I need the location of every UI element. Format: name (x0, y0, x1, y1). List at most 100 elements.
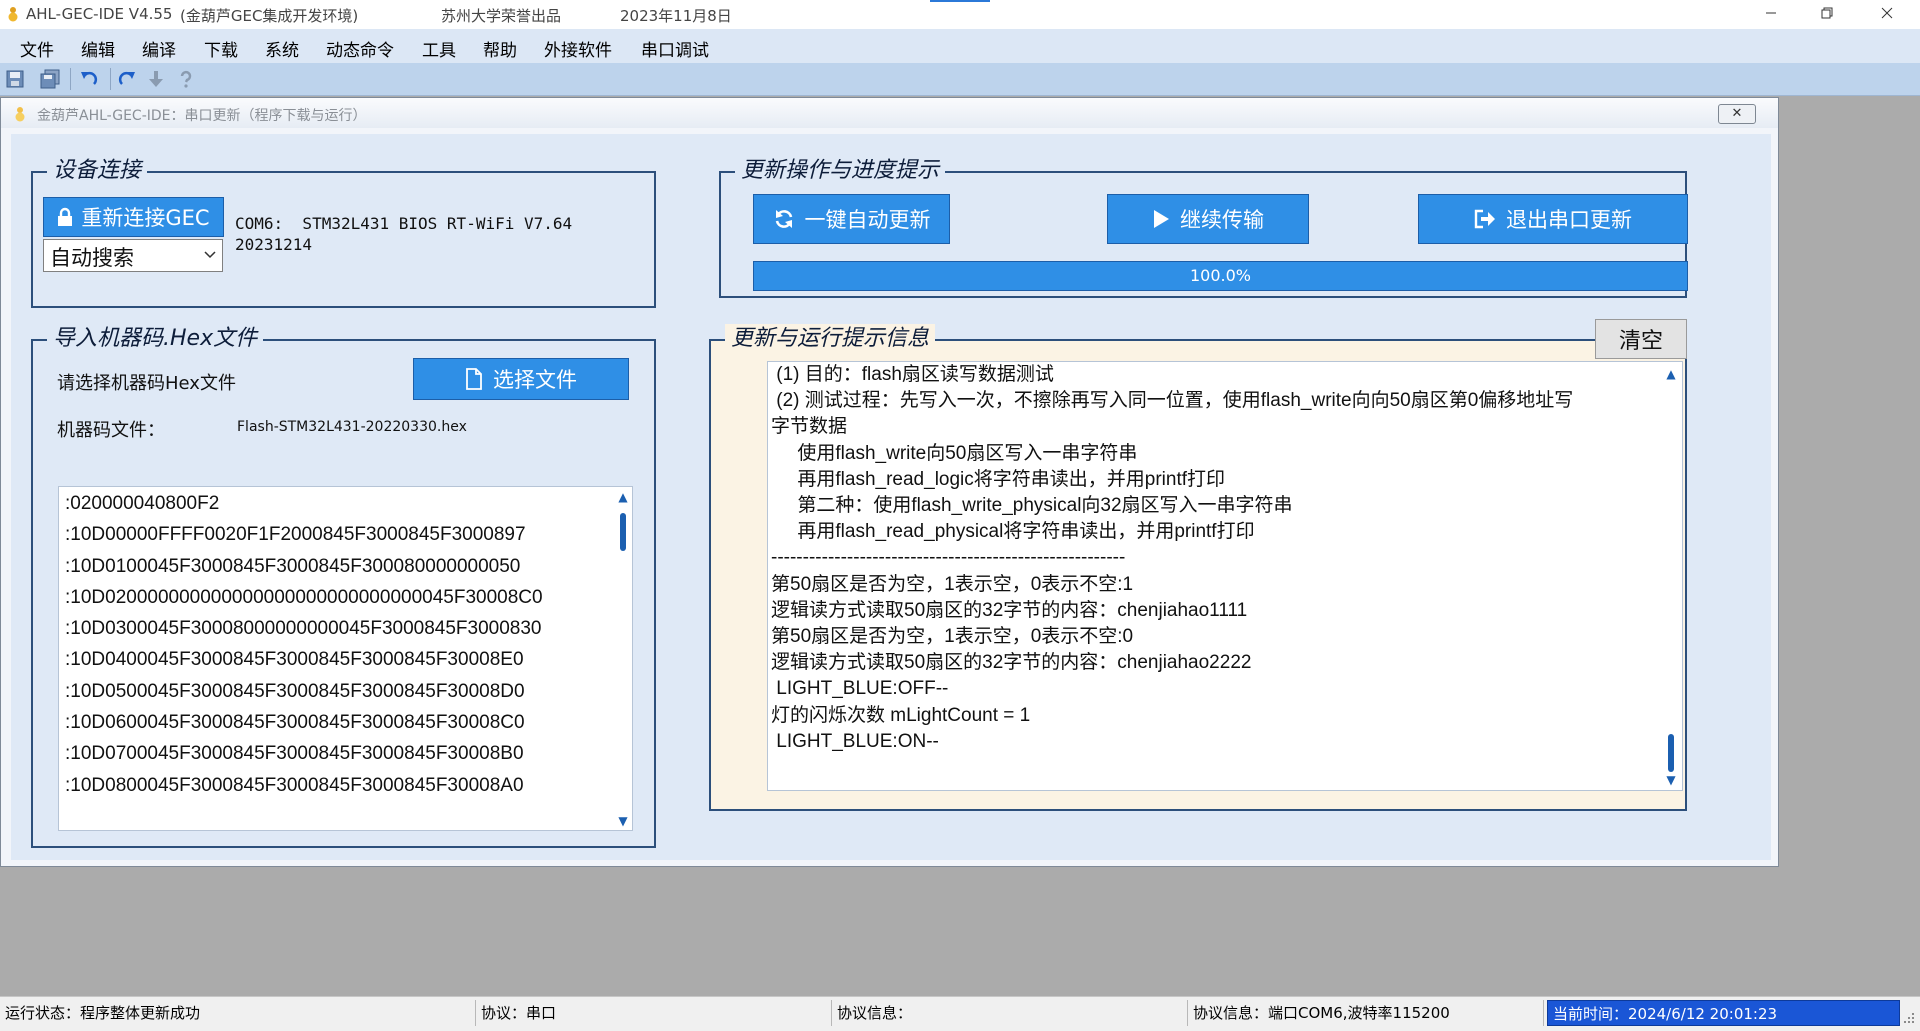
redo-icon (118, 71, 135, 85)
menu-help[interactable]: 帮助 (483, 36, 517, 61)
restore-icon (1821, 7, 1833, 19)
status-protocol-info: 协议信息：端口COM6,波特率115200 (1188, 1000, 1544, 1026)
choose-file-button[interactable]: 选择文件 (413, 358, 629, 400)
log-line: 第50扇区是否为空，1表示空，0表示不空:0 (771, 626, 1134, 648)
scroll-thumb[interactable] (1668, 734, 1674, 772)
app-org: 苏州大学荣誉出品 (441, 7, 562, 25)
menu-system[interactable]: 系统 (265, 36, 299, 61)
scroll-up-icon[interactable]: ▲ (617, 491, 629, 503)
play-icon (1154, 210, 1169, 228)
log-line: (1) 目的：flash扇区读写数据测试 (771, 364, 1054, 385)
auto-update-button[interactable]: 一键自动更新 (753, 194, 950, 244)
serial-update-dialog: 金葫芦AHL-GEC-IDE：串口更新（程序下载与运行） ✕ 设备连接 重新连接… (0, 97, 1779, 867)
status-protocol: 协议：串口 (476, 1000, 832, 1026)
hex-file-name: Flash-STM32L431-20220330.hex (237, 419, 467, 435)
save-icon (6, 70, 24, 88)
undo-button[interactable] (77, 67, 101, 91)
hex-lines: :020000040800F2 :10D00000FFFF0020F1F20008… (65, 488, 543, 801)
dialog-close-button[interactable]: ✕ (1718, 104, 1756, 124)
hex-line: :10D0100045F3000845F3000845F300080000000… (65, 555, 521, 577)
update-progress-bar: 100.0% (753, 261, 1688, 291)
continue-transfer-button[interactable]: 继续传输 (1107, 194, 1309, 244)
minimize-button[interactable] (1748, 0, 1794, 29)
log-line: LIGHT_BLUE:ON-- (771, 730, 939, 752)
log-line: 第50扇区是否为空，1表示空，0表示不空:1 (771, 573, 1134, 595)
sign-out-icon (1474, 209, 1495, 229)
close-icon (1881, 7, 1893, 19)
import-hex-group: 导入机器码.Hex文件 请选择机器码Hex文件 选择文件 机器码文件： Flas… (31, 324, 656, 848)
hex-line: :10D0300045F30008000000000045F3000845F30… (65, 618, 542, 640)
save-button[interactable] (3, 67, 27, 91)
lock-icon (58, 207, 73, 226)
run-info-log[interactable]: (1) 目的：flash扇区读写数据测试 (2) 测试过程：先写入一次，不擦除再… (767, 361, 1683, 791)
exit-serial-update-button[interactable]: 退出串口更新 (1418, 194, 1688, 244)
scroll-down-icon[interactable]: ▼ (1665, 774, 1677, 786)
menu-tools[interactable]: 工具 (422, 36, 456, 61)
hex-file-label: 机器码文件： (57, 420, 165, 441)
log-line: 再用flash_read_physical将字符串读出，并用printf打印 (771, 521, 1255, 543)
title-bar: AHL-GEC-IDE V4.55 (金葫芦GEC集成开发环境) 苏州大学荣誉出… (0, 0, 1920, 29)
device-info-line2: 20231214 (235, 235, 313, 254)
chevron-down-icon (204, 251, 216, 259)
log-line: ----------------------------------------… (771, 547, 1126, 569)
clear-button[interactable]: 清空 (1595, 319, 1687, 359)
hex-line: :10D0400045F3000845F3000845F3000845F3000… (65, 649, 524, 671)
redo-button[interactable] (115, 67, 139, 91)
continue-transfer-label: 继续传输 (1180, 208, 1264, 232)
clear-label: 清空 (1618, 329, 1663, 354)
gourd-app-icon (8, 7, 18, 22)
reconnect-gec-button[interactable]: 重新连接GEC (43, 197, 224, 237)
save-all-icon (40, 69, 60, 89)
device-info: COM6: STM32L431 BIOS RT-WiFi V7.64 202312… (235, 213, 572, 255)
download-button[interactable] (144, 67, 168, 91)
file-icon (466, 368, 482, 390)
toolbar (0, 63, 1920, 96)
import-hex-legend: 导入机器码.Hex文件 (47, 324, 264, 354)
menu-file[interactable]: 文件 (20, 36, 54, 61)
auto-update-label: 一键自动更新 (804, 208, 931, 232)
search-mode-value: 自动搜索 (50, 246, 134, 270)
log-scrollbar[interactable]: ▲ ▼ (1662, 364, 1680, 788)
app-date: 2023年11月8日 (620, 7, 732, 25)
scroll-down-icon[interactable]: ▼ (617, 815, 629, 827)
choose-hex-prompt: 请选择机器码Hex文件 (57, 373, 236, 394)
menu-bar: 文件 编辑 编译 下载 系统 动态命令 工具 帮助 外接软件 串口调试 (0, 29, 1920, 64)
hex-content-list[interactable]: :020000040800F2 :10D00000FFFF0020F1F20008… (58, 486, 633, 831)
log-line: 逻辑读方式读取50扇区的32字节的内容：chenjiahao1111 (771, 599, 1248, 621)
choose-file-label: 选择文件 (493, 368, 577, 392)
hex-line: :020000040800F2 (65, 493, 220, 514)
hex-scrollbar[interactable]: ▲ ▼ (614, 489, 632, 829)
menu-download[interactable]: 下载 (204, 36, 238, 61)
log-line: 灯的闪烁次数 mLightCount = 1 (771, 704, 1031, 726)
menu-dynamic-command[interactable]: 动态命令 (326, 36, 394, 61)
menu-edit[interactable]: 编辑 (81, 36, 115, 61)
search-mode-select[interactable]: 自动搜索 (43, 239, 223, 272)
log-line: (2) 测试过程：先写入一次，不擦除再写入同一位置，使用flash_write向… (771, 390, 1574, 412)
device-connection-legend: 设备连接 (47, 156, 148, 186)
status-protocol-info-empty: 协议信息： (832, 1000, 1188, 1026)
help-icon (180, 70, 192, 88)
update-progress-legend: 更新操作与进度提示 (735, 156, 946, 186)
help-button[interactable] (174, 67, 198, 91)
scroll-up-icon[interactable]: ▲ (1665, 368, 1677, 380)
log-line: 逻辑读方式读取50扇区的32字节的内容：chenjiahao2222 (771, 652, 1252, 674)
scroll-thumb[interactable] (620, 513, 626, 551)
menu-external-software[interactable]: 外接软件 (544, 36, 612, 61)
status-run-state: 运行状态：程序整体更新成功 (0, 1000, 476, 1026)
device-connection-group: 设备连接 重新连接GEC COM6: STM32L431 BIOS RT-WiF… (31, 156, 656, 308)
hex-line: :10D00000FFFF0020F1F2000845F3000845F3000… (65, 524, 526, 546)
gourd-dialog-icon (15, 107, 25, 122)
log-line: 字节数据 (771, 416, 848, 438)
save-all-button[interactable] (38, 67, 62, 91)
undo-icon (81, 71, 98, 85)
dialog-client-area: 设备连接 重新连接GEC COM6: STM32L431 BIOS RT-WiF… (11, 134, 1771, 860)
log-line: LIGHT_BLUE:OFF-- (771, 678, 949, 700)
download-icon (149, 71, 163, 87)
log-lines: (1) 目的：flash扇区读写数据测试 (2) 测试过程：先写入一次，不擦除再… (771, 362, 1573, 755)
resize-grip-icon[interactable] (1902, 1011, 1916, 1025)
menu-serial-debug[interactable]: 串口调试 (641, 36, 709, 61)
close-window-button[interactable] (1864, 0, 1910, 29)
menu-compile[interactable]: 编译 (142, 36, 176, 61)
reconnect-gec-label: 重新连接GEC (81, 206, 210, 230)
restore-button[interactable] (1804, 0, 1850, 29)
